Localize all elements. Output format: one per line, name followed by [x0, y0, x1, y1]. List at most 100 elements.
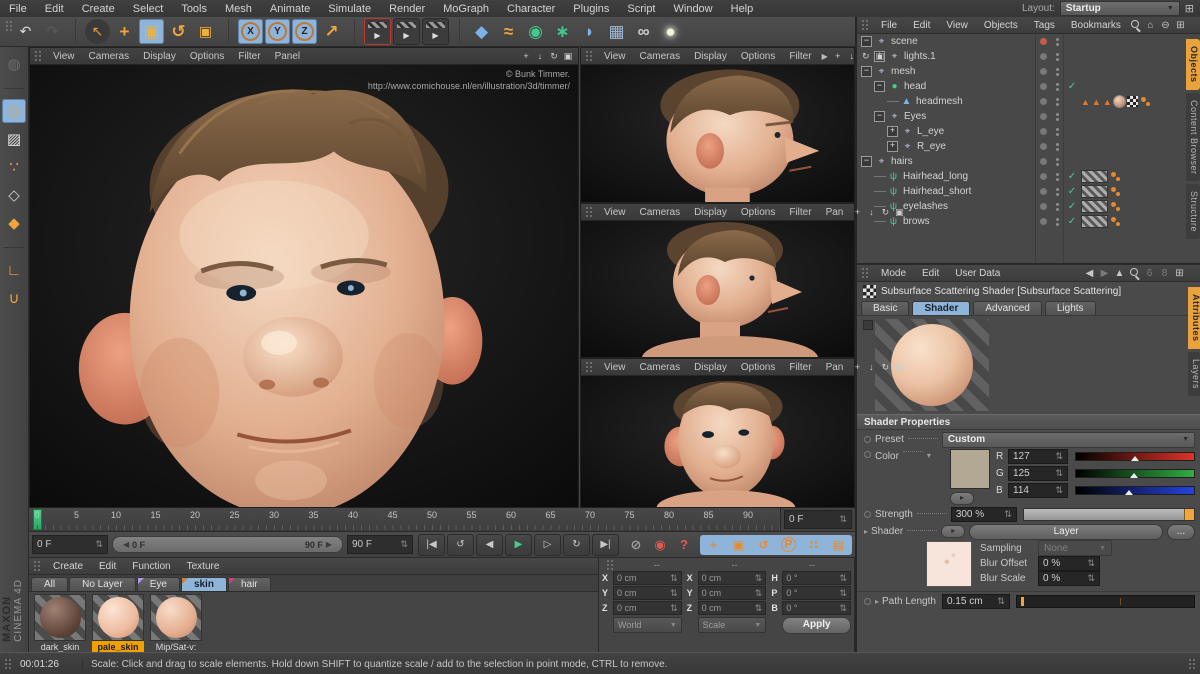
- move-tool[interactable]: +: [112, 19, 137, 44]
- uvw-tag-icon[interactable]: [1110, 171, 1121, 182]
- layout-select[interactable]: Startup ▼: [1060, 1, 1180, 16]
- menu-cameras[interactable]: Cameras: [633, 362, 688, 373]
- maximize-icon[interactable]: ▣: [892, 360, 906, 374]
- sampling-select[interactable]: None ▼: [1038, 540, 1112, 556]
- layer-dot[interactable]: [1035, 139, 1051, 154]
- tree-row-headmesh[interactable]: ▲headmesh▲▲▲: [857, 94, 1200, 109]
- apply-button[interactable]: Apply: [782, 617, 851, 634]
- next-frame-button[interactable]: ▷: [534, 534, 561, 556]
- layer-texture-thumbnail[interactable]: [926, 541, 972, 587]
- tree-row-r-eye[interactable]: +⌖R_eye: [857, 139, 1200, 154]
- menu-filter[interactable]: Filter: [782, 362, 818, 373]
- spinner-icon[interactable]: ⇅: [755, 573, 763, 584]
- preset-select[interactable]: Custom ▼: [942, 432, 1195, 448]
- layer-dot[interactable]: [1035, 64, 1051, 79]
- menu-filter[interactable]: Filter: [231, 51, 267, 62]
- render-picture-viewer-button[interactable]: ▶: [393, 18, 420, 45]
- polygons-mode-button[interactable]: ◆: [2, 211, 26, 235]
- visibility-dots[interactable]: [1051, 98, 1063, 106]
- redo-button[interactable]: ↷: [40, 19, 65, 44]
- menu-create[interactable]: Create: [45, 561, 91, 572]
- menu-edit[interactable]: Edit: [91, 561, 124, 572]
- spinner-icon[interactable]: ⇅: [1087, 573, 1095, 584]
- viewport-canvas[interactable]: © Bunk Timmer. http://www.comichouse.nl/…: [30, 64, 578, 507]
- slider-cursor[interactable]: [1021, 597, 1024, 606]
- expand-icon[interactable]: +: [887, 126, 898, 137]
- menu-view[interactable]: View: [597, 362, 633, 373]
- menu-simulate[interactable]: Simulate: [319, 3, 380, 15]
- coordinate-field-p-2[interactable]: 0 °⇅: [782, 586, 851, 600]
- record-keyframe-button[interactable]: ◉: [649, 535, 671, 555]
- spinner-icon[interactable]: ⇅: [670, 603, 678, 614]
- layer-shader-button[interactable]: Layer: [969, 524, 1163, 540]
- collapse-icon[interactable]: −: [861, 36, 872, 47]
- texture-mode-button[interactable]: ▨: [2, 127, 26, 151]
- visibility-dots[interactable]: [1051, 143, 1063, 151]
- nav-back-icon[interactable]: ◀: [1083, 267, 1096, 280]
- viewport-canvas[interactable]: [581, 375, 854, 507]
- menu-view[interactable]: View: [597, 51, 633, 62]
- visibility-dots[interactable]: [1051, 188, 1063, 196]
- expand-triangle-icon[interactable]: ▸: [875, 597, 879, 606]
- visibility-dots[interactable]: [1051, 113, 1063, 121]
- layer-dot[interactable]: [1035, 94, 1051, 109]
- tab-hair[interactable]: hair: [228, 577, 271, 591]
- viewport-grip[interactable]: [585, 50, 593, 62]
- menu-animate[interactable]: Animate: [261, 3, 319, 15]
- path-length-field[interactable]: 0.15 cm ⇅: [942, 594, 1010, 609]
- viewport-grip[interactable]: [585, 206, 593, 218]
- points-mode-button[interactable]: ∵: [2, 155, 26, 179]
- viewport-canvas[interactable]: [581, 220, 854, 357]
- spinner-icon[interactable]: ⇅: [1055, 468, 1063, 479]
- color-picker-button[interactable]: ▸: [950, 492, 974, 505]
- path-length-slider[interactable]: [1016, 595, 1195, 608]
- slider-marker[interactable]: [1125, 490, 1133, 495]
- add-camera-button[interactable]: ∞: [631, 19, 656, 44]
- add-deformer-button[interactable]: ◗: [577, 19, 602, 44]
- blur-offset-field[interactable]: 0 % ⇅: [1038, 556, 1100, 571]
- coordinate-field-x-0[interactable]: 0 cm⇅: [613, 571, 682, 585]
- channel-field-g[interactable]: 125⇅: [1008, 466, 1068, 481]
- tree-row-hairs[interactable]: −⌖hairs: [857, 154, 1200, 169]
- layer-dot[interactable]: [1035, 34, 1051, 49]
- add-generator-button[interactable]: ◉: [523, 19, 548, 44]
- layer-dot[interactable]: [1035, 169, 1051, 184]
- menu-panel[interactable]: Panel: [268, 51, 308, 62]
- material-tag-icon[interactable]: [1081, 215, 1108, 228]
- menu-filter[interactable]: Filter: [782, 51, 818, 62]
- menu-tags[interactable]: Tags: [1026, 20, 1063, 31]
- animation-dot-icon[interactable]: [864, 511, 871, 518]
- shader-preview-button[interactable]: ▸: [941, 525, 965, 538]
- add-modifier-button[interactable]: ∗: [550, 19, 575, 44]
- undo-button[interactable]: ↶: [13, 19, 38, 44]
- visibility-dots[interactable]: [1051, 53, 1063, 61]
- world-select[interactable]: World▼: [613, 617, 682, 633]
- preview-range-slider[interactable]: ◀ 0 F 90 F ▶: [112, 536, 343, 553]
- visibility-dots[interactable]: [1051, 218, 1063, 226]
- current-frame-field[interactable]: 0 F ⇅: [32, 535, 108, 554]
- selection-tag-icon[interactable]: ▲: [1103, 97, 1112, 107]
- material-pale-skin[interactable]: pale_skin: [92, 594, 144, 653]
- enable-check[interactable]: ✓: [1063, 171, 1081, 182]
- tab-shader[interactable]: Shader: [912, 301, 970, 315]
- layer-dot[interactable]: [1035, 184, 1051, 199]
- preview-options-button[interactable]: [863, 320, 873, 330]
- expand-triangle-icon[interactable]: ▸: [864, 527, 868, 536]
- menu-options[interactable]: Options: [734, 362, 782, 373]
- uvw-tag-icon[interactable]: [1110, 216, 1121, 227]
- channel-field-r[interactable]: 127⇅: [1008, 449, 1068, 464]
- lock-icon[interactable]: 6: [1143, 267, 1156, 280]
- blur-scale-field[interactable]: 0 % ⇅: [1038, 571, 1100, 586]
- menu-view[interactable]: View: [597, 207, 633, 218]
- tree-row-mesh[interactable]: −⌖mesh: [857, 64, 1200, 79]
- tab-eye[interactable]: Eye: [137, 577, 180, 591]
- material-tag-icon[interactable]: [1081, 170, 1108, 183]
- visibility-dots[interactable]: [1051, 128, 1063, 136]
- scale-tool[interactable]: ▣: [139, 19, 164, 44]
- menu-display[interactable]: Display: [687, 51, 734, 62]
- goto-end-button[interactable]: ▶|: [592, 534, 619, 556]
- visibility-dots[interactable]: [1051, 158, 1063, 166]
- enable-check[interactable]: ✓: [1063, 201, 1081, 212]
- menu-render[interactable]: Render: [380, 3, 434, 15]
- spinner-icon[interactable]: ⇅: [670, 573, 678, 584]
